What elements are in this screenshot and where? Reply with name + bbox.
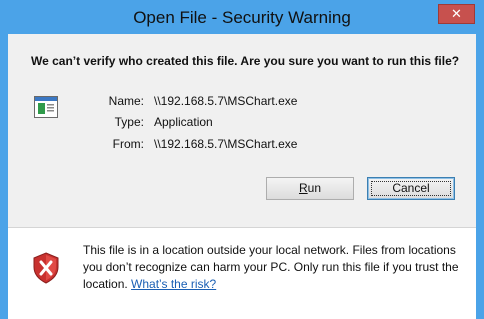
- shield-warning-icon: [33, 252, 59, 284]
- file-from-label: From:: [112, 137, 144, 151]
- title-bar[interactable]: Open File - Security Warning ✕: [0, 0, 484, 34]
- run-hotkey: R: [298, 181, 308, 195]
- dialog-body: We can’t verify who created this file. A…: [8, 34, 476, 319]
- file-from-value: \\192.168.5.7\MSChart.exe: [154, 137, 298, 151]
- file-name-label: Name:: [108, 94, 144, 108]
- run-label: un: [307, 181, 322, 195]
- warning-heading: We can’t verify who created this file. A…: [31, 54, 460, 68]
- warning-message: This file is in a location outside your …: [83, 242, 463, 293]
- window-title: Open File - Security Warning: [133, 8, 351, 27]
- file-type-label: Type:: [114, 115, 144, 129]
- close-icon: ✕: [451, 6, 462, 21]
- file-name-row: Name: \\192.168.5.7\MSChart.exe: [78, 94, 298, 108]
- whats-the-risk-link[interactable]: What’s the risk?: [131, 277, 216, 291]
- file-type-row: Type: Application: [78, 115, 213, 129]
- application-icon: [34, 96, 58, 118]
- file-type-value: Application: [154, 115, 213, 129]
- close-button[interactable]: ✕: [438, 4, 475, 24]
- file-from-row: From: \\192.168.5.7\MSChart.exe: [78, 137, 298, 151]
- warning-footer: This file is in a location outside your …: [8, 228, 476, 319]
- focus-ring: [371, 181, 451, 196]
- file-name-value: \\192.168.5.7\MSChart.exe: [154, 94, 298, 108]
- security-warning-dialog: Open File - Security Warning ✕ We can’t …: [0, 0, 484, 319]
- run-button[interactable]: Run: [266, 177, 354, 200]
- cancel-button[interactable]: Cancel: [367, 177, 455, 200]
